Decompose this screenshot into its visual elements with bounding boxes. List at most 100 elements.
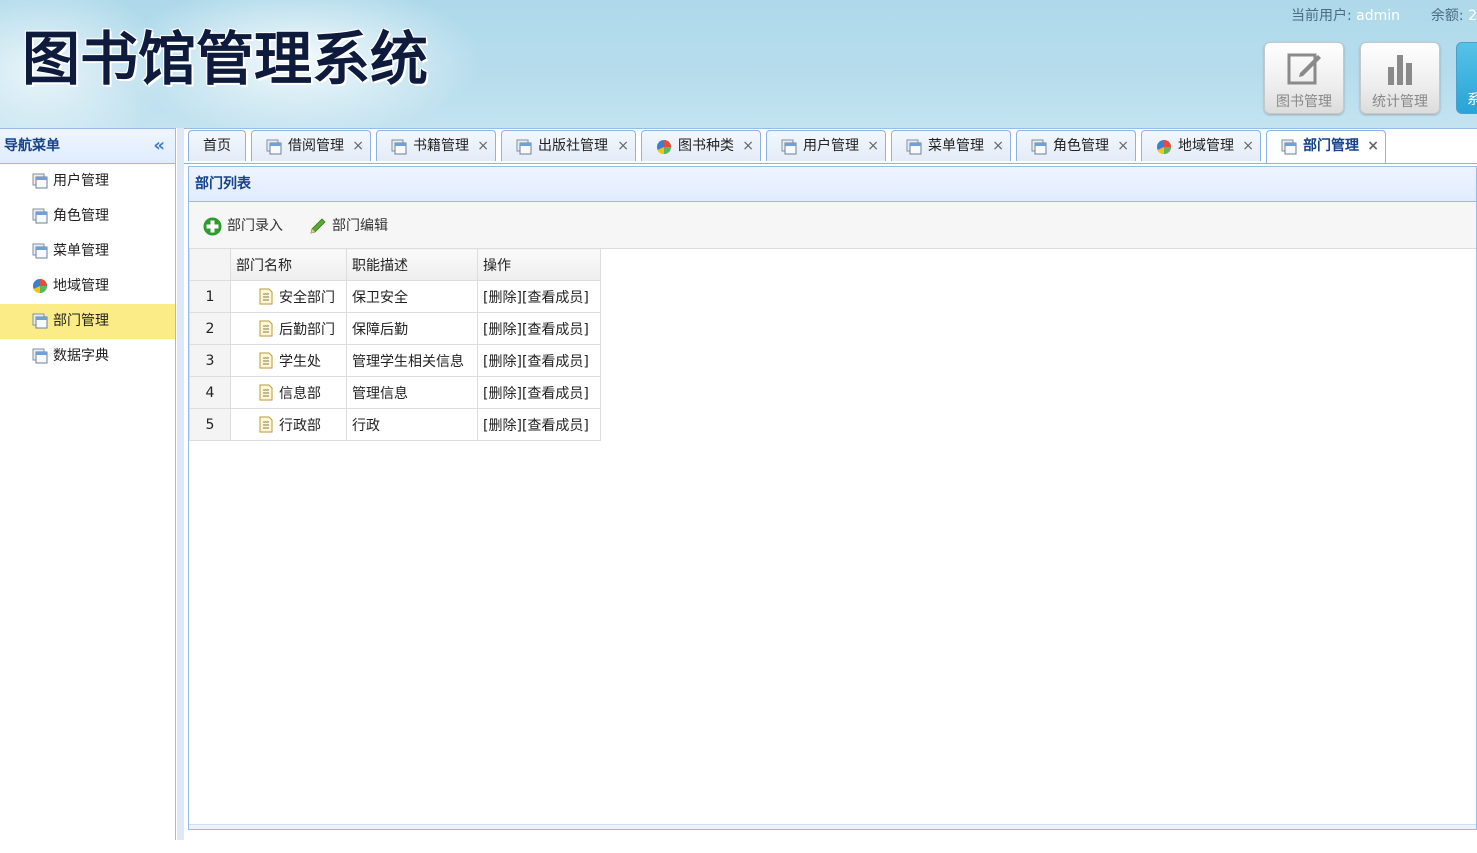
department-description: 保卫安全: [346, 280, 478, 313]
close-icon[interactable]: ×: [477, 131, 489, 162]
department-name-cell: 后勤部门: [230, 312, 347, 345]
close-icon[interactable]: ×: [742, 131, 754, 162]
close-icon[interactable]: ×: [1367, 131, 1379, 162]
window-icon: [32, 208, 48, 224]
row-number: 3: [189, 344, 231, 377]
view-members-link[interactable]: [查看成员]: [522, 322, 589, 338]
department-grid: 部门名称 职能描述 操作 1 安全部门 保卫安全 [删除][查看成员] 2 后勤部门 保障后…: [189, 248, 601, 441]
window-icon: [781, 139, 797, 155]
tab-label: 用户管理: [803, 138, 859, 154]
table-header-row: 部门名称 职能描述 操作: [189, 248, 601, 281]
column-header-operation[interactable]: 操作: [477, 248, 601, 281]
department-description: 管理信息: [346, 376, 478, 409]
collapse-icon[interactable]: «: [153, 129, 165, 163]
app-title: 图书馆管理系统: [22, 25, 429, 93]
window-icon: [906, 139, 922, 155]
table-row[interactable]: 1 安全部门 保卫安全 [删除][查看成员]: [189, 280, 601, 313]
sidebar-item-0[interactable]: 用户管理: [0, 164, 175, 199]
grid-footer: [189, 824, 1476, 829]
department-table: 部门名称 职能描述 操作 1 安全部门 保卫安全 [删除][查看成员] 2 后勤部门 保障后…: [189, 248, 601, 441]
delete-link[interactable]: [删除]: [483, 418, 522, 434]
table-row[interactable]: 3 学生处 管理学生相关信息 [删除][查看成员]: [189, 344, 601, 377]
window-icon: [391, 139, 407, 155]
sidebar-item-label: 地域管理: [53, 278, 109, 294]
row-number: 4: [189, 376, 231, 409]
sidebar-splitter[interactable]: [177, 128, 184, 840]
department-name: 后勤部门: [279, 321, 335, 338]
department-name-cell: 安全部门: [230, 280, 347, 313]
tab-label: 首页: [203, 138, 231, 154]
column-header-name[interactable]: 部门名称: [230, 248, 347, 281]
document-icon: [259, 288, 273, 305]
balance-value: 2: [1468, 8, 1477, 24]
tab-7[interactable]: 角色管理 ×: [1016, 130, 1136, 161]
tab-label: 菜单管理: [928, 138, 984, 154]
close-icon[interactable]: ×: [352, 131, 364, 162]
add-department-button[interactable]: 部门录入: [203, 214, 283, 238]
app-header: 图书馆管理系统 当前用户: admin 余额: 2 图书管理 统计管理 系: [0, 0, 1477, 128]
tab-4[interactable]: 图书种类 ×: [641, 130, 761, 161]
sidebar-item-5[interactable]: 数据字典: [0, 339, 175, 374]
grid-toolbar: 部门录入 部门编辑: [189, 202, 1476, 249]
operation-cell: [删除][查看成员]: [477, 408, 601, 441]
close-icon[interactable]: ×: [992, 131, 1004, 162]
view-members-link[interactable]: [查看成员]: [522, 418, 589, 434]
document-icon: [259, 416, 273, 433]
sidebar-item-2[interactable]: 菜单管理: [0, 234, 175, 269]
sidebar-title: 导航菜单: [4, 138, 60, 154]
sidebar-item-3[interactable]: 地域管理: [0, 269, 175, 304]
delete-link[interactable]: [删除]: [483, 290, 522, 306]
department-description: 管理学生相关信息: [346, 344, 478, 377]
department-description: 行政: [346, 408, 478, 441]
window-icon: [32, 173, 48, 189]
book-management-button[interactable]: 图书管理: [1264, 42, 1344, 114]
table-row[interactable]: 5 行政部 行政 [删除][查看成员]: [189, 408, 601, 441]
system-management-button[interactable]: 系: [1456, 42, 1477, 114]
delete-link[interactable]: [删除]: [483, 322, 522, 338]
department-name: 学生处: [279, 353, 321, 370]
view-members-link[interactable]: [查看成员]: [522, 290, 589, 306]
pie-chart-icon: [1157, 140, 1171, 155]
sidebar-item-label: 用户管理: [53, 173, 109, 189]
close-icon[interactable]: ×: [867, 131, 879, 162]
user-info-bar: 当前用户: admin 余额: 2: [1291, 5, 1477, 25]
close-icon[interactable]: ×: [617, 131, 629, 162]
table-row[interactable]: 4 信息部 管理信息 [删除][查看成员]: [189, 376, 601, 409]
window-icon: [32, 348, 48, 364]
department-name: 行政部: [279, 417, 321, 434]
table-row[interactable]: 2 后勤部门 保障后勤 [删除][查看成员]: [189, 312, 601, 345]
column-header-description[interactable]: 职能描述: [346, 248, 478, 281]
tab-6[interactable]: 菜单管理 ×: [891, 130, 1011, 161]
tab-0[interactable]: 首页: [188, 130, 246, 161]
tab-label: 部门管理: [1303, 138, 1359, 154]
delete-link[interactable]: [删除]: [483, 386, 522, 402]
close-icon[interactable]: ×: [1117, 131, 1129, 162]
tab-1[interactable]: 借阅管理 ×: [251, 130, 371, 161]
tab-3[interactable]: 出版社管理 ×: [501, 130, 636, 161]
sidebar-item-label: 角色管理: [53, 208, 109, 224]
sidebar-item-4[interactable]: 部门管理: [0, 304, 175, 339]
tab-5[interactable]: 用户管理 ×: [766, 130, 886, 161]
tab-2[interactable]: 书籍管理 ×: [376, 130, 496, 161]
sidebar-item-1[interactable]: 角色管理: [0, 199, 175, 234]
delete-link[interactable]: [删除]: [483, 354, 522, 370]
window-icon: [516, 139, 532, 155]
window-icon: [1031, 139, 1047, 155]
department-name-cell: 信息部: [230, 376, 347, 409]
department-name-cell: 行政部: [230, 408, 347, 441]
main-area: 首页 借阅管理 × 书籍管理 × 出版社管理 × 图书种类 × 用户管理 × 菜单管理 × 角色管理 × 地域…: [184, 128, 1477, 840]
nav-list: 用户管理角色管理菜单管理地域管理部门管理 数据字典: [0, 164, 175, 374]
sidebar-header: 导航菜单 «: [0, 129, 175, 164]
edit-department-button[interactable]: 部门编辑: [308, 214, 388, 238]
view-members-link[interactable]: [查看成员]: [522, 386, 589, 402]
pie-chart-icon: [33, 279, 47, 294]
tab-label: 角色管理: [1053, 138, 1109, 154]
tab-9[interactable]: 部门管理 ×: [1266, 130, 1386, 163]
tab-label: 图书种类: [678, 138, 734, 154]
current-user-name: admin: [1356, 8, 1400, 24]
close-icon[interactable]: ×: [1242, 131, 1254, 162]
tab-8[interactable]: 地域管理 ×: [1141, 130, 1261, 161]
statistics-management-button[interactable]: 统计管理: [1360, 42, 1440, 114]
tab-label: 书籍管理: [413, 138, 469, 154]
view-members-link[interactable]: [查看成员]: [522, 354, 589, 370]
